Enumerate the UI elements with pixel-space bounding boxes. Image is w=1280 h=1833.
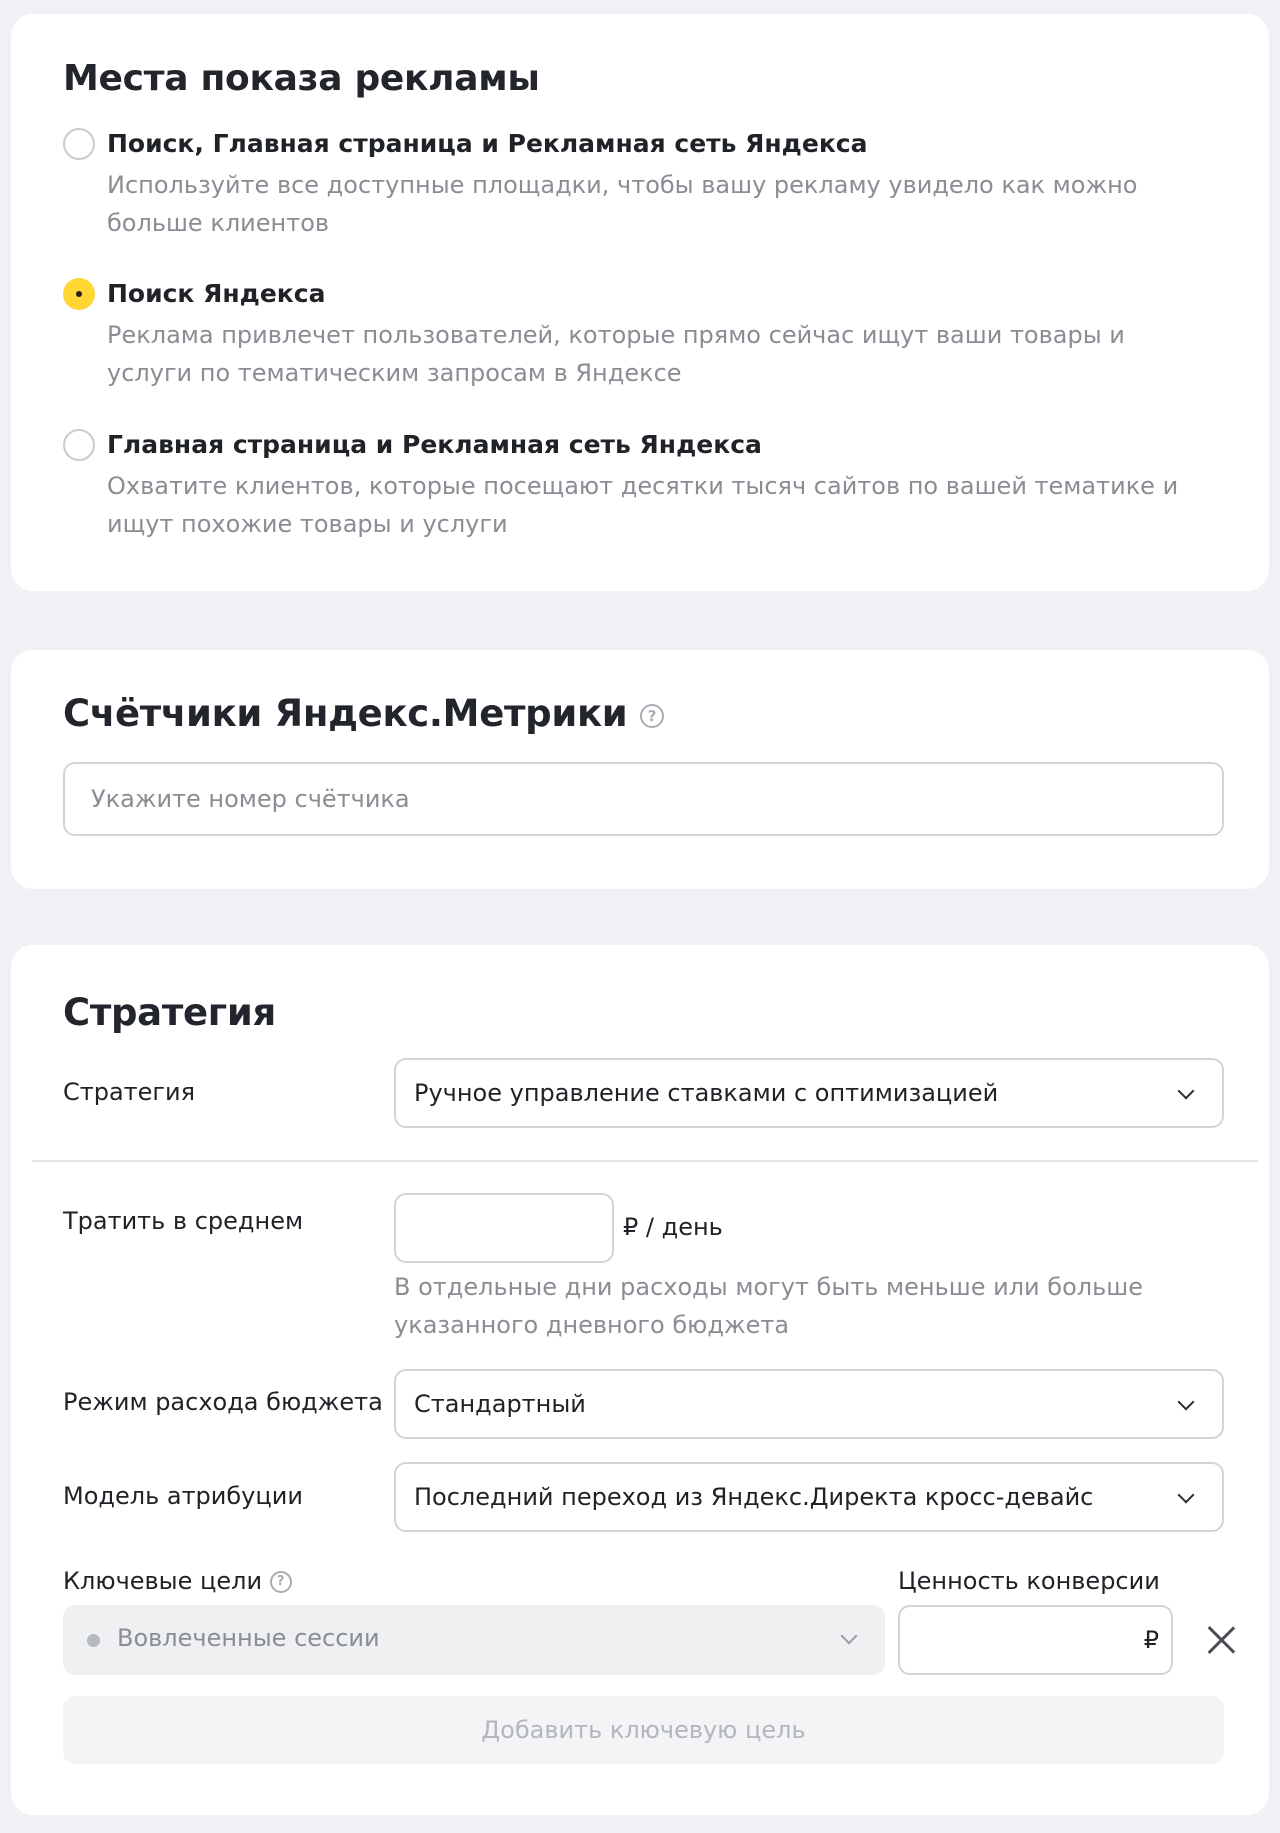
attribution-select[interactable]: Последний переход из Яндекс.Директа крос…	[394, 1462, 1224, 1532]
divider	[32, 1160, 1258, 1162]
add-key-goal-button[interactable]: Добавить ключевую цель	[63, 1696, 1224, 1764]
key-goals-label: Ключевые цели ?	[63, 1567, 292, 1595]
option-description: Охватите клиентов, которые посещают деся…	[107, 472, 1179, 538]
spend-label: Тратить в среднем	[63, 1207, 304, 1235]
budget-mode-select[interactable]: Стандартный	[394, 1369, 1224, 1439]
option-title: Поиск, Главная страница и Рекламная сеть…	[107, 129, 868, 158]
daily-budget-input[interactable]	[394, 1193, 614, 1263]
metrika-card: Счётчики Яндекс.Метрики ?	[11, 650, 1269, 889]
option-title: Поиск Яндекса	[107, 279, 326, 308]
close-icon[interactable]	[1206, 1625, 1236, 1655]
radio-button[interactable]	[63, 429, 95, 461]
budget-mode-value: Стандартный	[414, 1390, 586, 1418]
radio-button[interactable]	[63, 128, 95, 160]
chevron-down-icon	[1177, 1082, 1195, 1100]
currency-sign: ₽	[1143, 1626, 1159, 1654]
strategy-select[interactable]: Ручное управление ставками с оптимизацие…	[394, 1058, 1224, 1128]
metrika-title-text: Счётчики Яндекс.Метрики	[63, 692, 628, 735]
option-description: Используйте все доступные площадки, чтоб…	[107, 171, 1138, 237]
chevron-down-icon	[1177, 1486, 1195, 1504]
conversion-value-label: Ценность конверсии	[898, 1567, 1160, 1595]
budget-hint: В отдельные дни расходы могут быть меньш…	[394, 1273, 1143, 1339]
attribution-label: Модель атрибуции	[63, 1482, 303, 1510]
goal-status-dot	[87, 1634, 100, 1647]
option-description: Реклама привлечет пользователей, которые…	[107, 321, 1125, 387]
ad-placement-title: Места показа рекламы	[63, 58, 540, 99]
metrika-title: Счётчики Яндекс.Метрики ?	[63, 692, 664, 735]
attribution-value: Последний переход из Яндекс.Директа крос…	[414, 1483, 1094, 1511]
counter-number-input[interactable]	[63, 762, 1224, 836]
option-title: Главная страница и Рекламная сеть Яндекс…	[107, 430, 762, 459]
help-circle-icon[interactable]: ?	[269, 1571, 292, 1593]
chevron-down-icon	[1177, 1393, 1195, 1411]
help-circle-icon[interactable]: ?	[639, 703, 664, 728]
budget-unit: ₽ / день	[623, 1213, 723, 1241]
chevron-down-icon	[840, 1627, 858, 1645]
strategy-title: Стратегия	[63, 991, 276, 1034]
budget-mode-label: Режим расхода бюджета	[63, 1388, 383, 1416]
strategy-label: Стратегия	[63, 1078, 196, 1106]
strategy-card: Стратегия Стратегия Ручное управление ст…	[11, 945, 1269, 1815]
strategy-select-value: Ручное управление ставками с оптимизацие…	[414, 1079, 999, 1107]
radio-button-selected[interactable]	[63, 278, 95, 310]
key-goals-label-text: Ключевые цели	[63, 1567, 263, 1595]
conversion-value-input[interactable]: ₽	[898, 1605, 1173, 1675]
key-goal-value: Вовлеченные сессии	[117, 1624, 380, 1652]
ad-placement-card: Места показа рекламы Поиск, Главная стра…	[11, 14, 1269, 591]
key-goal-select[interactable]: Вовлеченные сессии	[63, 1605, 885, 1675]
